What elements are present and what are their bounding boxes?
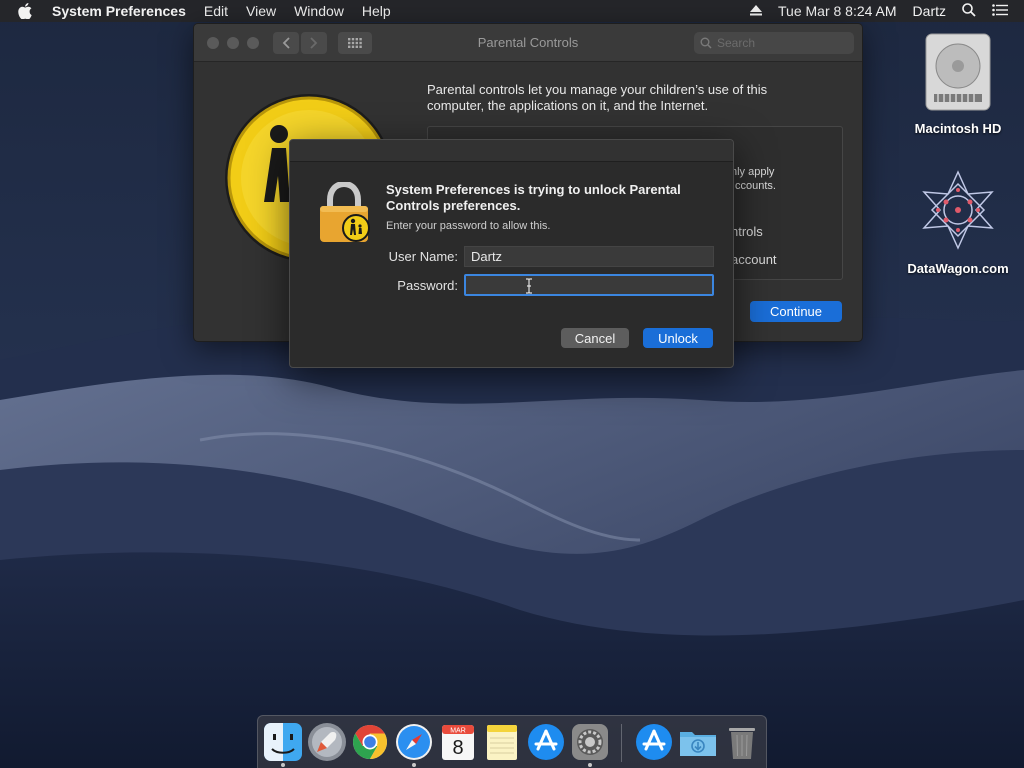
menu-clock[interactable]: Tue Mar 8 8:24 AM — [778, 3, 897, 19]
options-box-text: ntrols — [731, 224, 763, 239]
cancel-button[interactable]: Cancel — [561, 328, 629, 348]
unlock-button[interactable]: Unlock — [643, 328, 713, 348]
trash-icon[interactable] — [722, 722, 762, 762]
chrome-icon[interactable] — [350, 722, 390, 762]
menu-view[interactable]: View — [246, 3, 276, 19]
menu-app-name[interactable]: System Preferences — [52, 3, 186, 19]
running-indicator — [588, 763, 592, 767]
text-cursor-icon — [524, 278, 534, 299]
desktop-icon-macintosh-hd[interactable]: Macintosh HD — [898, 32, 1018, 136]
app-store-icon[interactable] — [526, 722, 566, 762]
unlock-dialog: System Preferences is trying to unlock P… — [289, 139, 734, 368]
continue-button[interactable]: Continue — [750, 301, 842, 322]
options-box-text: nly apply — [731, 166, 775, 178]
options-box-text: account — [731, 252, 777, 267]
running-indicator — [281, 763, 285, 767]
search-field[interactable]: Search — [694, 32, 854, 54]
search-icon — [700, 37, 712, 49]
running-indicator — [412, 763, 416, 767]
username-label: User Name: — [388, 249, 458, 264]
downloads-folder-icon[interactable] — [678, 722, 718, 762]
safari-icon[interactable] — [394, 722, 434, 762]
menu-help[interactable]: Help — [362, 3, 391, 19]
calendar-month: MAR — [450, 728, 466, 735]
options-box-text: ccounts. — [735, 180, 776, 192]
finder-icon[interactable] — [263, 722, 303, 762]
search-placeholder: Search — [717, 36, 756, 50]
menu-window[interactable]: Window — [294, 3, 344, 19]
intro-text: Parental controls let you manage your ch… — [427, 82, 768, 113]
system-preferences-icon[interactable] — [570, 722, 610, 762]
eject-icon[interactable] — [750, 3, 762, 19]
desktop-icon-datawagon[interactable]: DataWagon.com — [898, 168, 1018, 276]
hard-drive-icon — [920, 33, 996, 116]
lock-icon — [318, 180, 374, 249]
desktop-icon-label: DataWagon.com — [907, 261, 1009, 276]
dock-separator — [621, 724, 622, 762]
username-field[interactable]: Dartz — [464, 246, 714, 267]
menu-user[interactable]: Dartz — [913, 3, 946, 19]
menu-edit[interactable]: Edit — [204, 3, 228, 19]
notes-icon[interactable] — [482, 722, 522, 762]
spotlight-search-icon[interactable] — [962, 2, 976, 20]
password-label: Password: — [397, 278, 458, 293]
calendar-day: 8 — [452, 737, 463, 759]
password-field[interactable] — [464, 274, 714, 296]
launchpad-icon[interactable] — [307, 722, 347, 762]
menu-bar: System Preferences Edit View Window Help… — [0, 0, 1024, 22]
calendar-icon[interactable]: MAR 8 — [438, 722, 478, 762]
dialog-titlebar — [290, 140, 733, 162]
notification-center-icon[interactable] — [992, 3, 1008, 19]
app-store-icon-2[interactable] — [634, 722, 674, 762]
dialog-subtext: Enter your password to allow this. — [386, 220, 551, 232]
dock: MAR 8 — [257, 715, 767, 768]
desktop-icon-label: Macintosh HD — [914, 121, 1002, 136]
window-titlebar: Parental Controls Search — [194, 24, 862, 62]
datawagon-logo-icon — [916, 170, 1000, 256]
apple-icon[interactable] — [18, 3, 38, 19]
dialog-heading: System Preferences is trying to unlock P… — [386, 182, 681, 213]
